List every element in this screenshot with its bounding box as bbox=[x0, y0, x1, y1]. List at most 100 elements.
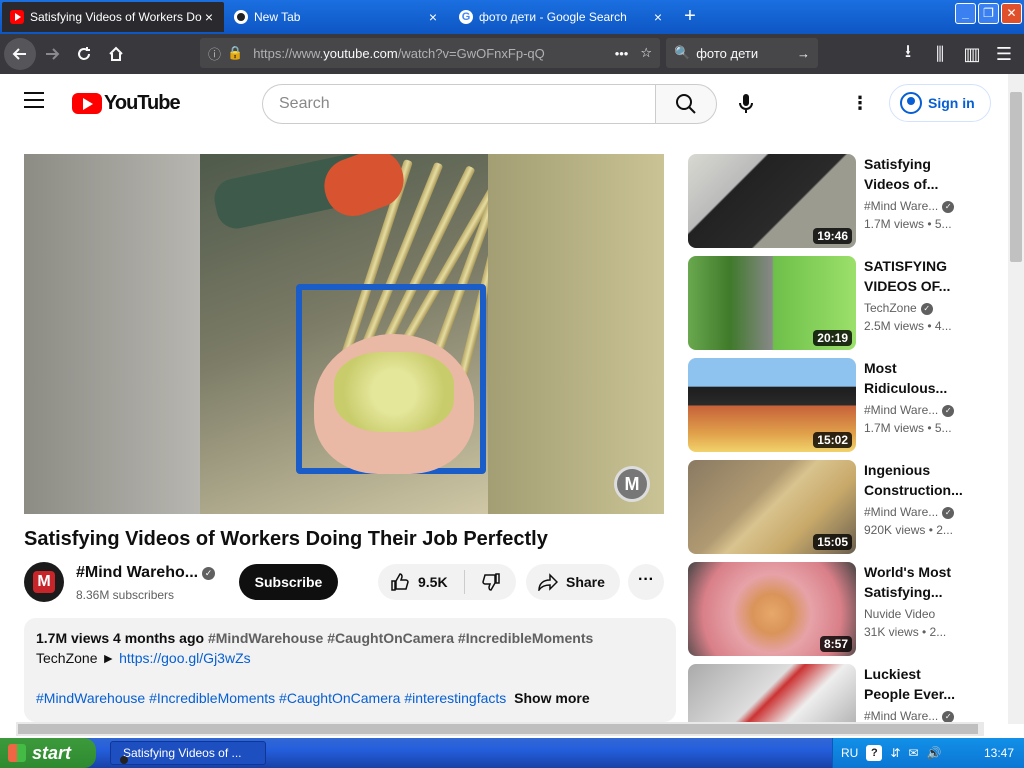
related-video-item[interactable]: 15:05 Ingenious Construction... #Mind Wa… bbox=[688, 460, 988, 554]
tab-youtube-video[interactable]: Satisfying Videos of Workers Doing Th × bbox=[2, 2, 224, 32]
video-thumbnail[interactable]: 20:19 bbox=[688, 256, 856, 350]
browser-toolbar: ⓘ 🔒 https://www.youtube.com/watch?v=GwOF… bbox=[0, 34, 1024, 74]
vertical-scrollbar[interactable] bbox=[1008, 74, 1024, 724]
related-video-item[interactable]: 20:19 SATISFYING VIDEOS OF... TechZone ✓ … bbox=[688, 256, 988, 350]
video-thumbnail[interactable]: 15:05 bbox=[688, 460, 856, 554]
window-controls: _ ❐ ✕ bbox=[955, 3, 1022, 24]
restore-button[interactable]: ❐ bbox=[978, 3, 999, 24]
close-tab-icon[interactable]: × bbox=[202, 9, 216, 25]
help-icon[interactable]: ? bbox=[866, 745, 883, 761]
library-icon: ⫼ bbox=[935, 43, 945, 64]
messenger-icon[interactable]: ✉ bbox=[908, 746, 918, 760]
video-thumbnail[interactable]: 8:57 bbox=[688, 562, 856, 656]
system-tray: RU ? ⇵ ✉ 🔊 13:47 bbox=[832, 738, 1024, 768]
search-bar-query[interactable]: фото дети bbox=[696, 46, 797, 61]
guide-menu-button[interactable] bbox=[24, 92, 44, 108]
close-tab-icon[interactable]: × bbox=[651, 9, 665, 25]
related-video-item[interactable]: 19:46 Satisfying Videos of... #Mind Ware… bbox=[688, 154, 988, 248]
related-video-title[interactable]: SATISFYING VIDEOS OF... bbox=[864, 256, 964, 296]
more-actions-button[interactable]: ··· bbox=[628, 564, 664, 600]
video-player[interactable]: M bbox=[24, 154, 664, 514]
tab-title: фото дети - Google Search bbox=[479, 10, 627, 24]
dislike-button[interactable] bbox=[465, 572, 516, 592]
microphone-icon bbox=[739, 94, 753, 113]
cane-pieces bbox=[334, 352, 454, 432]
related-video-item[interactable]: Luckiest People Ever... #Mind Ware... ✓ bbox=[688, 664, 988, 724]
browser-tab-strip: Satisfying Videos of Workers Doing Th × … bbox=[0, 0, 1024, 34]
horizontal-scroll-thumb[interactable] bbox=[18, 724, 978, 734]
related-video-title[interactable]: Most Ridiculous... bbox=[864, 358, 964, 398]
toolbar-right-icons: ⭳ ⫼ ▥ ☰ bbox=[892, 38, 1020, 70]
verified-badge-icon: ✓ bbox=[202, 567, 215, 580]
downloads-button[interactable]: ⭳ bbox=[892, 38, 924, 70]
info-icon[interactable]: ⓘ bbox=[208, 44, 221, 63]
related-video-item[interactable]: 8:57 World's Most Satisfying... Nuvide V… bbox=[688, 562, 988, 656]
horizontal-scrollbar[interactable] bbox=[16, 722, 984, 736]
language-indicator[interactable]: RU bbox=[841, 746, 858, 760]
related-video-title[interactable]: Luckiest People Ever... bbox=[864, 664, 964, 704]
taskbar-window-button[interactable]: Satisfying Videos of ... bbox=[110, 741, 266, 765]
url-prefix: https://www. bbox=[253, 45, 324, 61]
reload-button[interactable] bbox=[68, 38, 100, 70]
tab-google-search[interactable]: G фото дети - Google Search × bbox=[451, 2, 673, 32]
youtube-logo[interactable]: YouTube bbox=[72, 92, 181, 115]
settings-dots-icon[interactable]: ⋮ bbox=[848, 88, 872, 120]
related-video-title[interactable]: Ingenious Construction... bbox=[864, 460, 964, 500]
menu-button[interactable]: ☰ bbox=[988, 38, 1020, 70]
youtube-masthead: YouTube Search ⋮ Sign in bbox=[0, 74, 1008, 130]
page-actions-icon[interactable]: ••• bbox=[615, 46, 629, 61]
youtube-logo-text: YouTube bbox=[104, 92, 181, 114]
share-button[interactable]: Share bbox=[526, 564, 620, 600]
minimize-button[interactable]: _ bbox=[955, 3, 976, 24]
description-link[interactable]: https://goo.gl/Gj3wZs bbox=[119, 650, 251, 666]
home-button[interactable] bbox=[100, 38, 132, 70]
description-tags[interactable]: #MindWarehouse #CaughtOnCamera #Incredib… bbox=[208, 630, 593, 646]
sidebar-button[interactable]: ▥ bbox=[956, 38, 988, 70]
description-hashtags[interactable]: #MindWarehouse #IncredibleMoments #Caugh… bbox=[36, 690, 506, 706]
search-go-icon[interactable]: → bbox=[797, 46, 810, 61]
related-video-item[interactable]: 15:02 Most Ridiculous... #Mind Ware... ✓ … bbox=[688, 358, 988, 452]
video-description[interactable]: 1.7M views 4 months ago #MindWarehouse #… bbox=[24, 618, 676, 722]
start-label: start bbox=[32, 742, 72, 763]
related-video-stats: 920K views • 2... bbox=[864, 523, 953, 537]
url-text[interactable]: https://www.youtube.com/watch?v=GwOFnxFp… bbox=[253, 46, 614, 61]
close-tab-icon[interactable]: × bbox=[426, 9, 440, 25]
like-dislike-group: 9.5K bbox=[378, 564, 516, 600]
youtube-search-button[interactable] bbox=[655, 84, 717, 124]
close-window-button[interactable]: ✕ bbox=[1001, 3, 1022, 24]
related-video-channel: #Mind Ware... ✓ bbox=[864, 403, 955, 417]
video-thumbnail[interactable]: 19:46 bbox=[688, 154, 856, 248]
sign-in-button[interactable]: Sign in bbox=[889, 84, 991, 122]
subscribe-button[interactable]: Subscribe bbox=[239, 564, 338, 600]
network-icon[interactable]: ⇵ bbox=[890, 746, 900, 760]
start-button[interactable]: start bbox=[0, 738, 96, 768]
vertical-scroll-thumb[interactable] bbox=[1010, 92, 1022, 262]
new-tab-button[interactable]: + bbox=[676, 4, 704, 30]
windows-logo-icon bbox=[8, 744, 26, 762]
back-button[interactable] bbox=[4, 38, 36, 70]
show-more-button[interactable]: Show more bbox=[514, 690, 589, 706]
video-duration: 19:46 bbox=[813, 228, 852, 244]
arrow-right-icon bbox=[46, 48, 60, 60]
description-line: TechZone ► https://goo.gl/Gj3wZs bbox=[36, 650, 664, 666]
bookmark-star-icon[interactable]: ☆ bbox=[640, 45, 652, 61]
forward-button[interactable] bbox=[36, 38, 68, 70]
search-bar[interactable]: 🔍 фото дети → bbox=[666, 38, 818, 68]
video-thumbnail[interactable] bbox=[688, 664, 856, 724]
lock-icon[interactable]: 🔒 bbox=[227, 45, 243, 61]
video-duration: 20:19 bbox=[813, 330, 852, 346]
channel-name[interactable]: #Mind Wareho... bbox=[76, 564, 198, 582]
channel-watermark[interactable]: M bbox=[614, 466, 650, 502]
video-thumbnail[interactable]: 15:02 bbox=[688, 358, 856, 452]
voice-search-button[interactable] bbox=[730, 86, 762, 122]
like-button[interactable]: 9.5K bbox=[378, 572, 464, 592]
address-bar[interactable]: ⓘ 🔒 https://www.youtube.com/watch?v=GwOF… bbox=[200, 38, 660, 68]
related-video-title[interactable]: Satisfying Videos of... bbox=[864, 154, 964, 194]
tab-new-tab[interactable]: New Tab × bbox=[226, 2, 448, 32]
youtube-search-input[interactable]: Search bbox=[262, 84, 656, 124]
volume-icon[interactable]: 🔊 bbox=[926, 746, 941, 760]
related-video-title[interactable]: World's Most Satisfying... bbox=[864, 562, 964, 602]
url-domain: youtube.com bbox=[323, 45, 398, 61]
library-button[interactable]: ⫼ bbox=[924, 38, 956, 70]
channel-avatar[interactable]: M bbox=[24, 562, 64, 602]
